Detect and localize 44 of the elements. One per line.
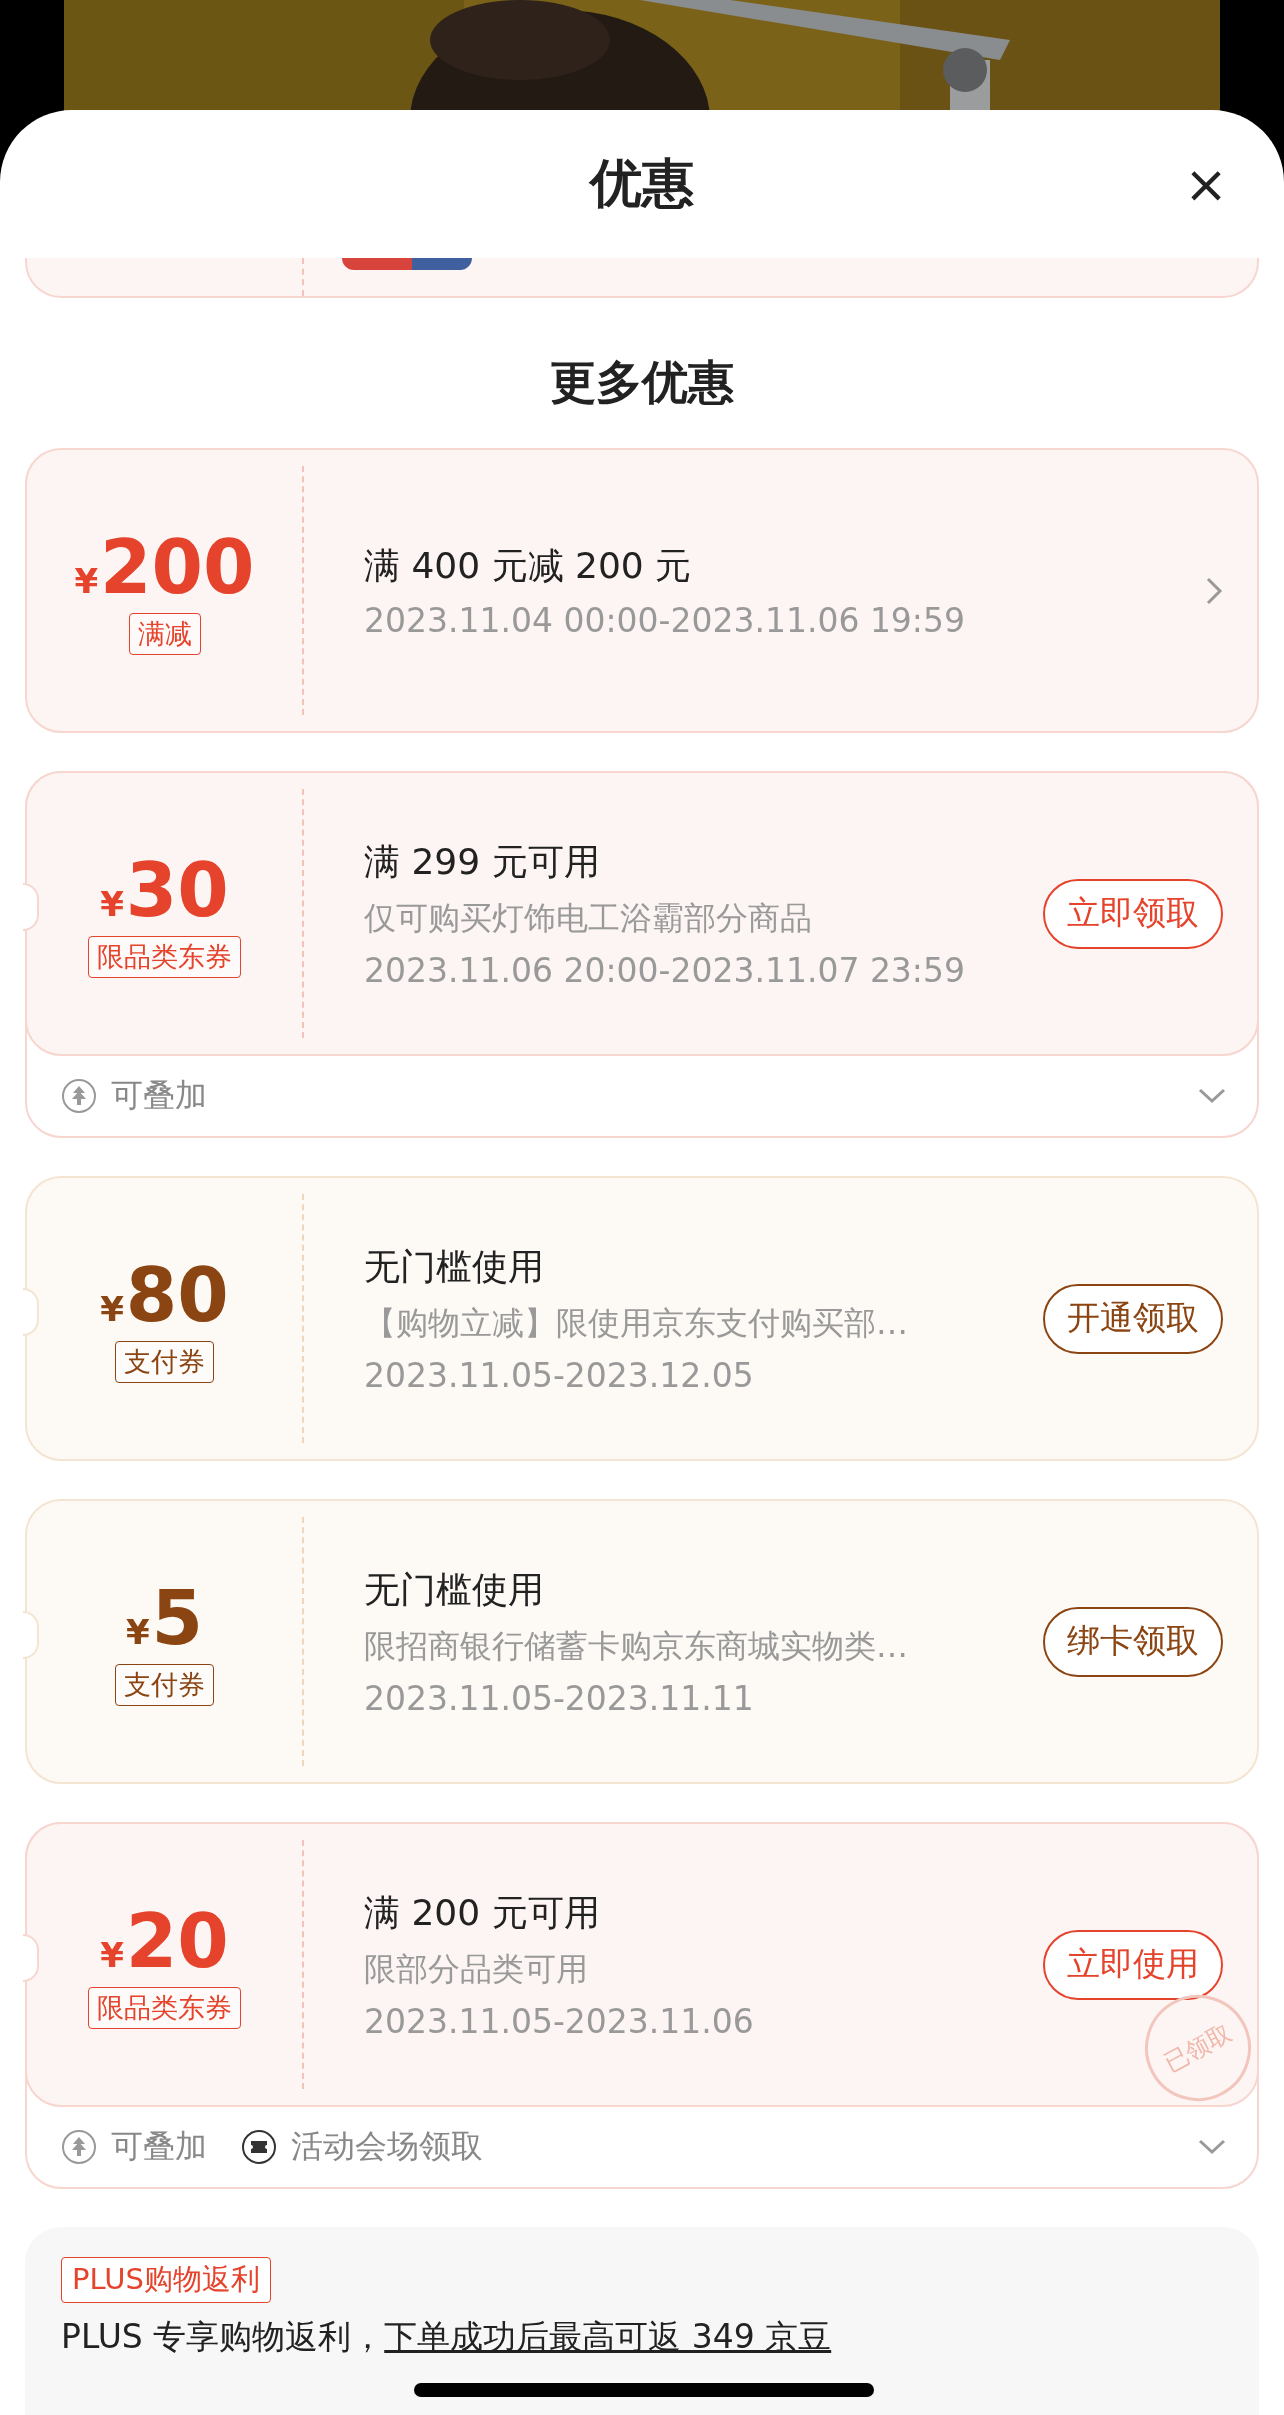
rebate-link[interactable]: 下单成功后最高可返 349 京豆 <box>384 2315 832 2360</box>
badge-icon <box>342 258 472 270</box>
coupon-title: 满 299 元可用 <box>364 839 601 884</box>
sheet-title: 优惠 <box>590 152 694 215</box>
coupon-amount: ¥20 <box>100 1900 229 1981</box>
feature-label: 可叠加 <box>111 1075 207 1116</box>
plus-rebate-tag: PLUS购物返利 <box>61 2257 271 2303</box>
coupon-type-tag: 满减 <box>128 612 201 655</box>
coupon-type-tag: 限品类东券 <box>88 1986 241 2029</box>
feature-label: 可叠加 <box>111 2126 207 2167</box>
coupon-description: 限部分品类可用 <box>364 1948 589 1990</box>
claim-button[interactable]: 绑卡领取 <box>1043 1606 1223 1677</box>
coupon-type-tag: 支付券 <box>115 1340 214 1383</box>
coupon-title: 无门槛使用 <box>364 1567 545 1612</box>
validity-date: 2023.11.04 00:00-2023.11.06 19:59 <box>364 600 966 640</box>
chevron-down-icon[interactable] <box>1197 1087 1227 1105</box>
coupon-amount: ¥80 <box>100 1254 229 1335</box>
section-title: 更多优惠 <box>549 354 735 411</box>
ticket-icon <box>241 2129 277 2165</box>
coupon-title: 满 400 元减 200 元 <box>364 543 693 588</box>
coupon-type-tag: 支付券 <box>115 1663 214 1706</box>
coupon-title: 满 200 元可用 <box>364 1890 601 1935</box>
rebate-text: PLUS 专享购物返利， <box>61 2316 385 2358</box>
stack-icon <box>61 2129 97 2165</box>
stack-icon <box>61 1078 97 1114</box>
coupon-type-tag: 限品类东券 <box>88 935 241 978</box>
coupon-amount: ¥5 <box>125 1577 204 1658</box>
claim-button[interactable]: 立即领取 <box>1043 878 1223 949</box>
validity-date: 2023.11.06 20:00-2023.11.07 23:59 <box>364 950 966 990</box>
claim-button[interactable]: 开通领取 <box>1043 1283 1223 1354</box>
validity-date: 2023.11.05-2023.11.11 <box>364 1678 755 1718</box>
chevron-down-icon[interactable] <box>1197 2138 1227 2156</box>
validity-date: 2023.11.05-2023.11.06 <box>364 2001 755 2041</box>
coupon-title: 无门槛使用 <box>364 1244 545 1289</box>
claim-button[interactable]: 立即使用 <box>1043 1929 1223 2000</box>
validity-date: 2023.11.05-2023.12.05 <box>364 1355 755 1395</box>
coupon-description: 仅可购买灯饰电工浴霸部分商品 <box>364 897 813 939</box>
coupon-description: 【购物立减】限使用京东支付购买部… <box>364 1302 909 1344</box>
feature-label: 活动会场领取 <box>291 2126 483 2167</box>
chevron-right-icon[interactable] <box>1205 575 1223 606</box>
close-button[interactable]: × <box>1182 160 1230 208</box>
coupon-description: 限招商银行储蓄卡购京东商城实物类… <box>364 1625 909 1667</box>
coupon-amount: ¥30 <box>100 849 229 930</box>
coupon-amount: ¥200 <box>74 526 255 607</box>
